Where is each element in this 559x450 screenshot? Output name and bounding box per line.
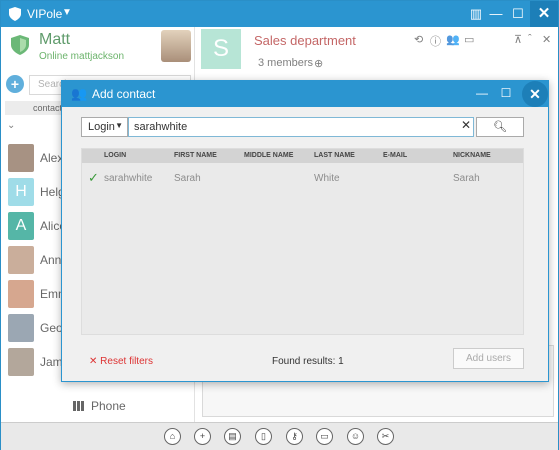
search-icon: 🔍︎ <box>493 121 507 133</box>
minimize-icon[interactable]: — <box>487 5 505 23</box>
add-contact-icon: 👥 <box>71 86 88 101</box>
search-button[interactable]: 🔍︎ <box>476 117 524 137</box>
close-button[interactable]: ✕ <box>530 1 558 27</box>
search-field[interactable]: sarahwhite <box>128 117 474 137</box>
add-users-button[interactable]: Add users <box>453 348 524 369</box>
shield-logo-icon <box>9 7 21 21</box>
results-table: LOGIN FIRST NAME MIDDLE NAME LAST NAME E… <box>81 148 524 335</box>
bottom-toolbar: ⌂ + ▤ ▯ ⚷ ▭ ☺ ✂ <box>1 422 558 450</box>
reset-filters-label: Reset filters <box>100 356 153 367</box>
add-contact-dialog: 👥 Add contact — ☐ ✕ Login ▼ sarahwhite ✕… <box>61 80 549 382</box>
app-window: VIPole ▼ ▥ — ☐ ✕ Matt Online mattjackson… <box>0 0 559 450</box>
layout-icon[interactable]: ▥ <box>467 5 485 23</box>
cell-login: sarahwhite <box>104 173 153 184</box>
cell-last-name: White <box>314 173 340 184</box>
key-icon[interactable]: ⚷ <box>286 428 303 445</box>
reset-filters-link[interactable]: ✕ Reset filters <box>89 356 153 367</box>
maximize-icon[interactable]: ☐ <box>509 5 527 23</box>
title-bar: VIPole ▼ ▥ — ☐ ✕ <box>1 1 558 27</box>
table-row[interactable]: ✓ sarahwhite Sarah White Sarah <box>82 170 523 188</box>
chevron-down-icon: ▼ <box>115 121 123 130</box>
app-menu-chevron-icon[interactable]: ▼ <box>62 7 72 18</box>
clear-icon[interactable]: ✕ <box>461 118 471 132</box>
found-results: Found results: 1 <box>272 356 344 367</box>
cell-nickname: Sarah <box>453 173 480 184</box>
dialog-body: Login ▼ sarahwhite ✕ 🔍︎ LOGIN FIRST NAME… <box>62 107 548 381</box>
folder-icon[interactable]: ▭ <box>316 428 333 445</box>
maximize-icon[interactable]: ☐ <box>498 85 514 101</box>
column-header[interactable]: NICKNAME <box>453 152 491 159</box>
column-header[interactable]: LOGIN <box>104 152 126 159</box>
group-icon[interactable]: ☺ <box>347 428 364 445</box>
search-by-value: Login <box>88 121 115 133</box>
app-title: VIPole <box>27 7 63 21</box>
file-icon[interactable]: ▯ <box>255 428 272 445</box>
contacts-book-icon[interactable]: ▤ <box>224 428 241 445</box>
column-header[interactable]: FIRST NAME <box>174 152 217 159</box>
minimize-icon[interactable]: — <box>474 85 490 101</box>
table-header: LOGIN FIRST NAME MIDDLE NAME LAST NAME E… <box>82 149 523 163</box>
column-header[interactable]: MIDDLE NAME <box>244 152 293 159</box>
home-icon[interactable]: ⌂ <box>164 428 181 445</box>
tools-icon[interactable]: ✂ <box>377 428 394 445</box>
dialog-close-button[interactable]: ✕ <box>522 81 548 107</box>
dialog-title: Add contact <box>92 87 156 101</box>
cell-first-name: Sarah <box>174 173 201 184</box>
column-header[interactable]: E-MAIL <box>383 152 407 159</box>
search-by-select[interactable]: Login ▼ <box>81 117 128 137</box>
add-contact-icon[interactable]: + <box>194 428 211 445</box>
checkmark-icon: ✓ <box>88 170 99 185</box>
dialog-title-bar: 👥 Add contact — ☐ ✕ <box>62 81 548 107</box>
reset-x-icon: ✕ <box>89 356 101 367</box>
column-header[interactable]: LAST NAME <box>314 152 355 159</box>
